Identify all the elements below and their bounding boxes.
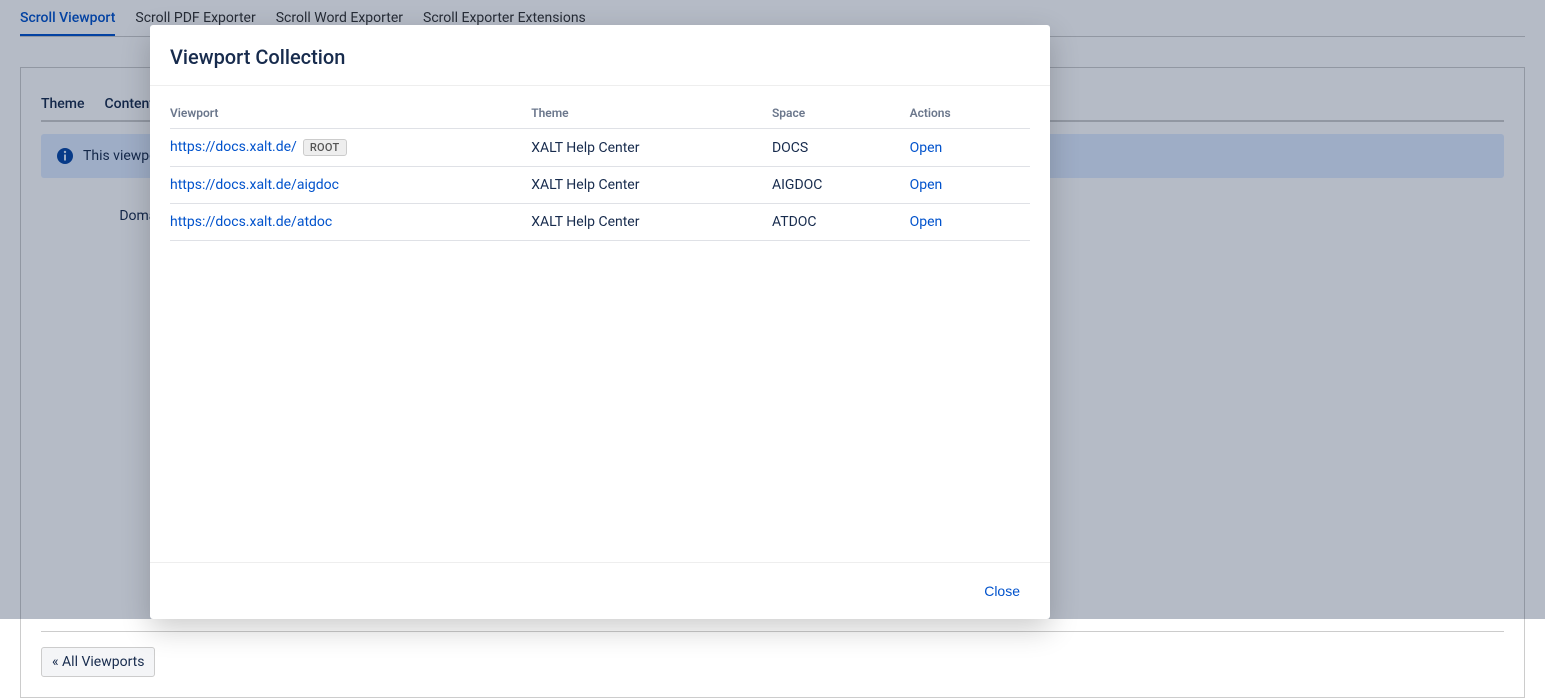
cell-viewport: https://docs.xalt.de/atdoc <box>170 204 531 241</box>
col-header-space: Space <box>772 96 910 129</box>
cell-actions: Open <box>910 167 1030 204</box>
back-all-viewports-button[interactable]: « All Viewports <box>41 647 155 677</box>
viewport-table: Viewport Theme Space Actions https://doc… <box>170 96 1030 241</box>
modal-footer: Close <box>150 562 1050 619</box>
cell-space: AIGDOC <box>772 167 910 204</box>
cell-viewport: https://docs.xalt.de/ROOT <box>170 129 531 167</box>
table-row: https://docs.xalt.de/ROOTXALT Help Cente… <box>170 129 1030 167</box>
open-link[interactable]: Open <box>910 177 943 193</box>
col-header-viewport: Viewport <box>170 96 531 129</box>
table-row: https://docs.xalt.de/atdoc XALT Help Cent… <box>170 204 1030 241</box>
cell-space: ATDOC <box>772 204 910 241</box>
cell-theme: XALT Help Center <box>531 204 772 241</box>
open-link[interactable]: Open <box>910 214 943 230</box>
cell-space: DOCS <box>772 129 910 167</box>
cell-theme: XALT Help Center <box>531 167 772 204</box>
root-badge: ROOT <box>303 139 347 156</box>
viewport-link[interactable]: https://docs.xalt.de/ <box>170 139 297 155</box>
viewport-collection-modal: Viewport Collection Viewport Theme Space… <box>150 25 1050 619</box>
col-header-theme: Theme <box>531 96 772 129</box>
table-row: https://docs.xalt.de/aigdoc XALT Help Cen… <box>170 167 1030 204</box>
col-header-actions: Actions <box>910 96 1030 129</box>
modal-body: Viewport Theme Space Actions https://doc… <box>150 86 1050 562</box>
cell-viewport: https://docs.xalt.de/aigdoc <box>170 167 531 204</box>
modal-header: Viewport Collection <box>150 25 1050 86</box>
close-button[interactable]: Close <box>974 577 1030 605</box>
cell-actions: Open <box>910 129 1030 167</box>
cell-theme: XALT Help Center <box>531 129 772 167</box>
open-link[interactable]: Open <box>910 140 943 156</box>
viewport-link[interactable]: https://docs.xalt.de/atdoc <box>170 214 332 230</box>
viewport-link[interactable]: https://docs.xalt.de/aigdoc <box>170 177 339 193</box>
modal-title: Viewport Collection <box>170 45 1030 69</box>
cell-actions: Open <box>910 204 1030 241</box>
bottom-toolbar: « All Viewports <box>41 631 1504 677</box>
